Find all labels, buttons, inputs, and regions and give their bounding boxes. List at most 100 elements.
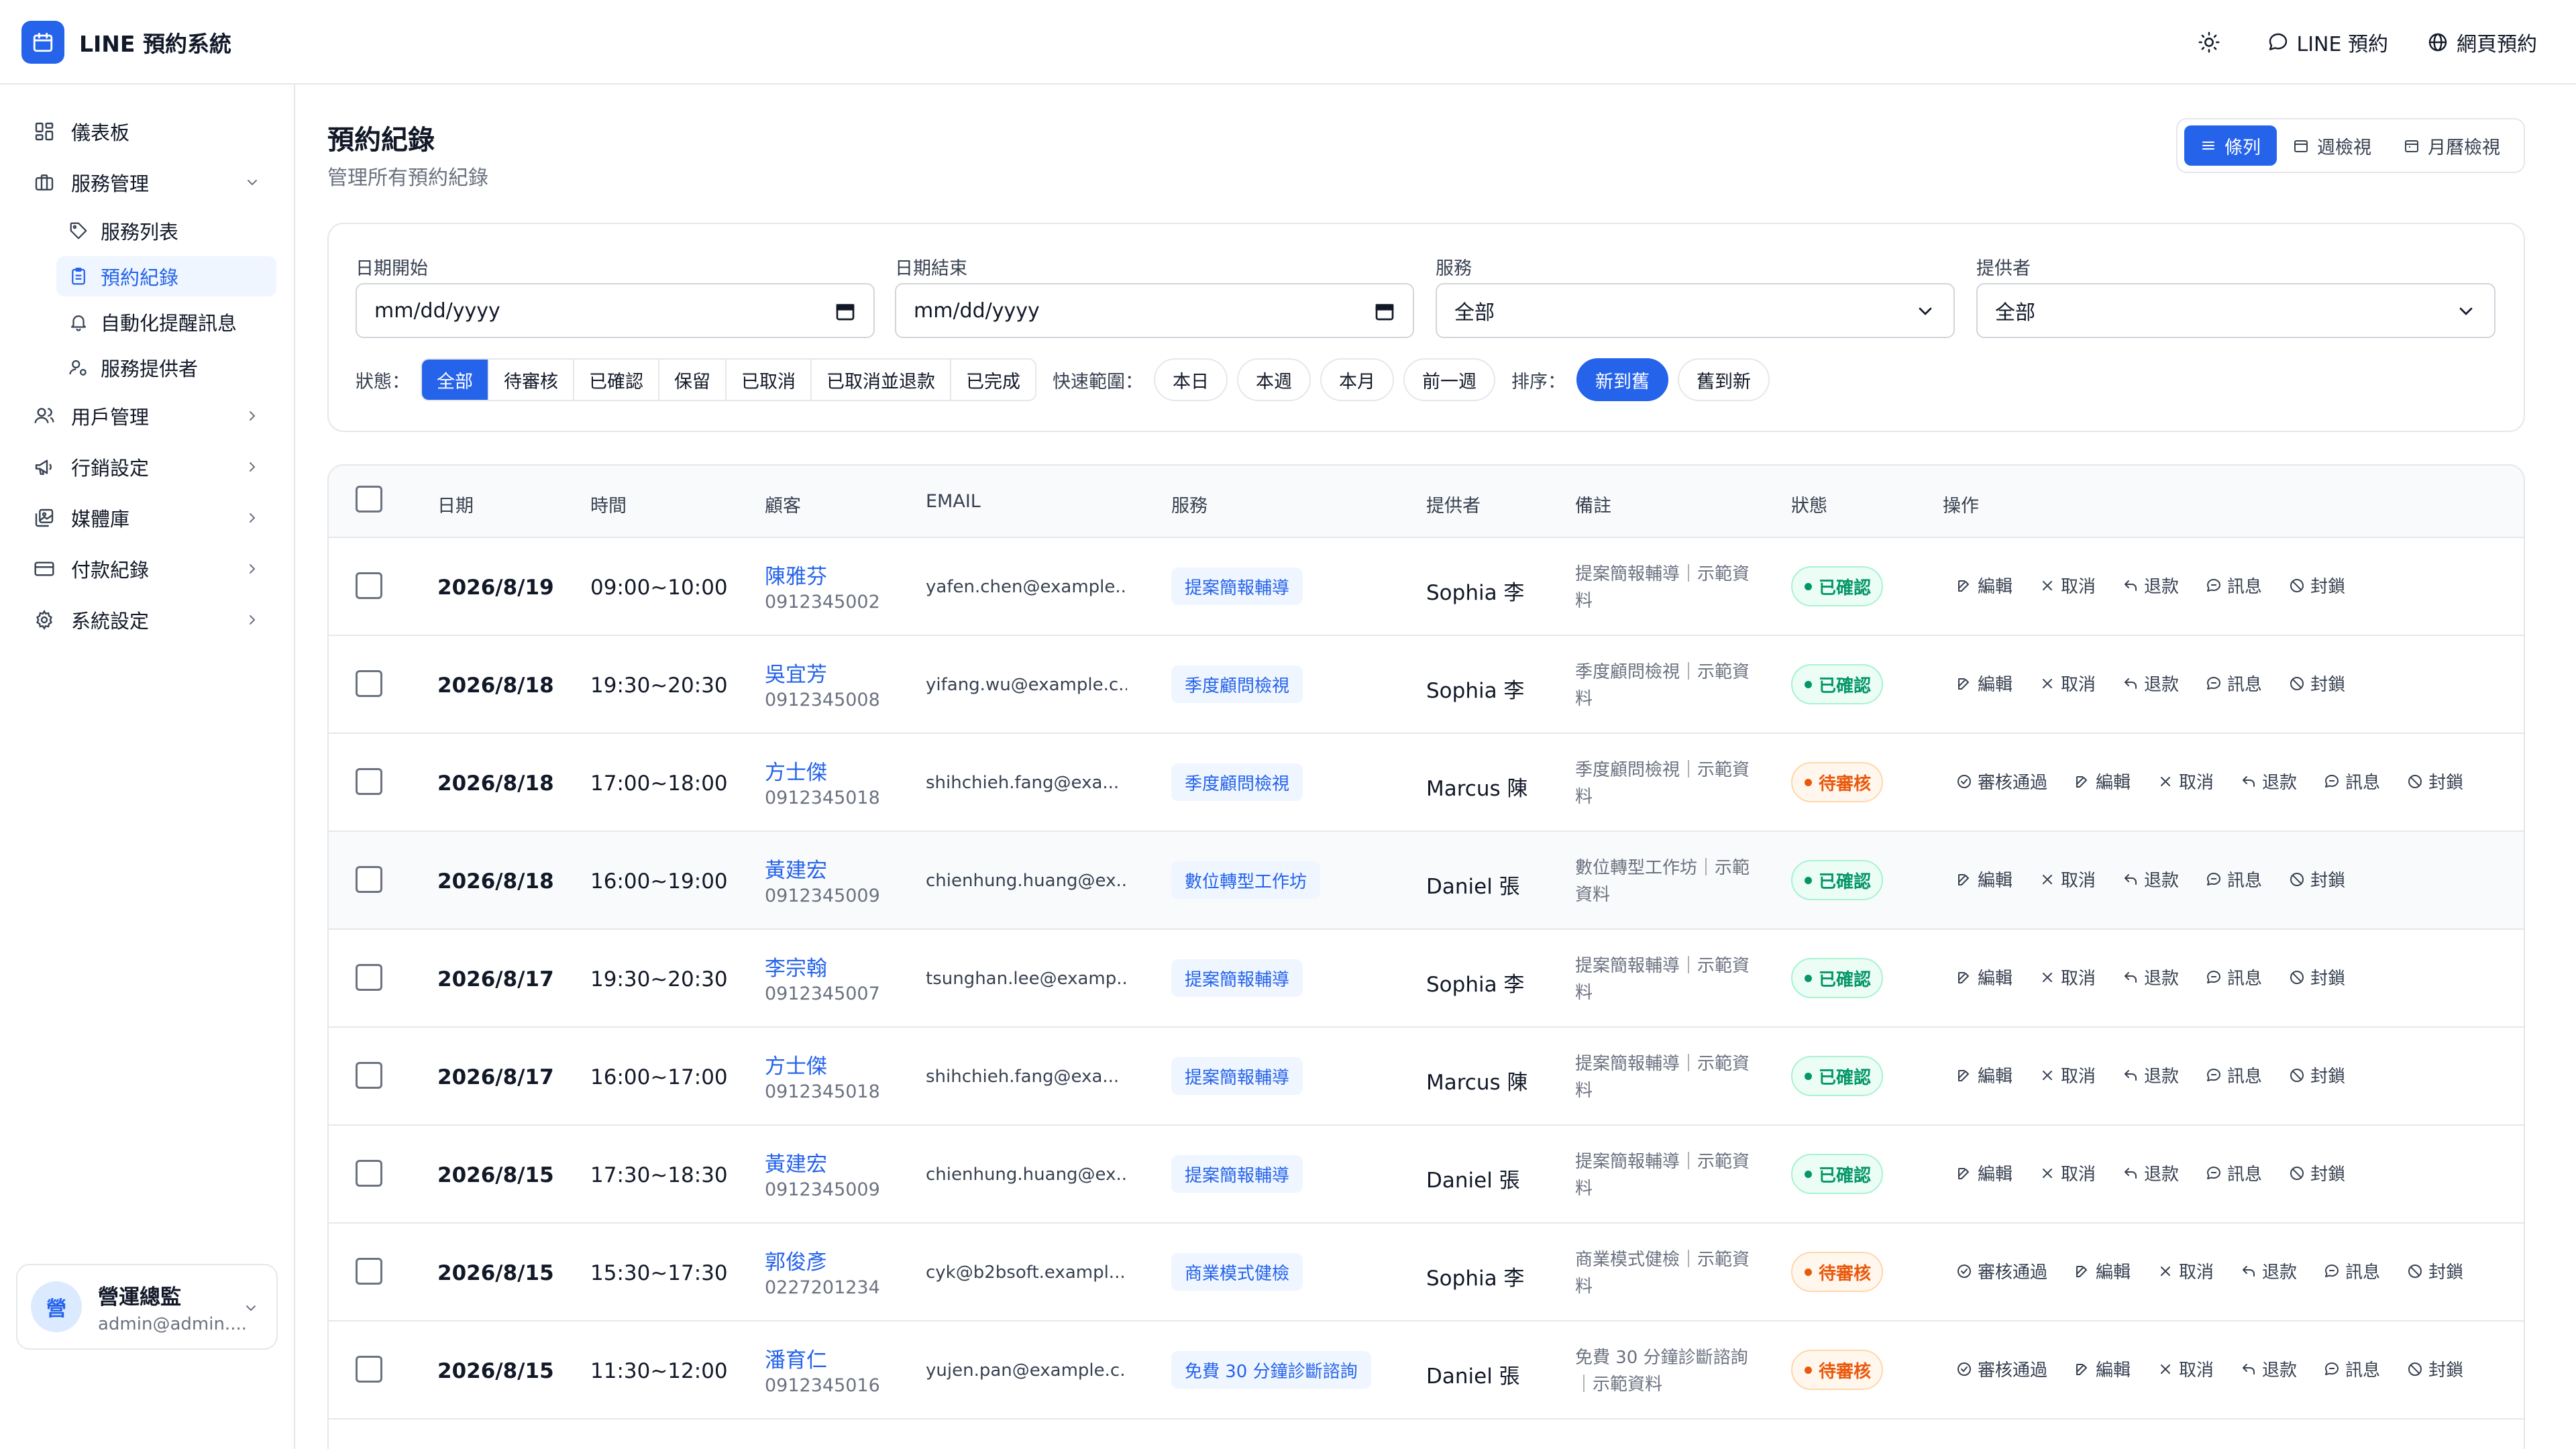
edit-action-button[interactable]: 編輯 xyxy=(1956,1161,2012,1185)
sidebar-item-booking-records[interactable]: 預約紀錄 xyxy=(56,256,276,297)
edit-action-button[interactable]: 編輯 xyxy=(1956,867,2012,892)
cancel-action-button[interactable]: 取消 xyxy=(2157,1356,2214,1381)
block-action-button[interactable]: 封鎖 xyxy=(2289,1161,2345,1185)
cancel-action-button[interactable]: 取消 xyxy=(2157,769,2214,794)
row-checkbox[interactable] xyxy=(356,768,382,795)
block-action-button[interactable]: 封鎖 xyxy=(2407,1258,2463,1283)
status-filter-all[interactable]: 全部 xyxy=(422,360,488,400)
customer-name-link[interactable]: 方士傑 xyxy=(765,1049,827,1079)
date-end-input[interactable]: mm/dd/yyyy xyxy=(895,283,1414,338)
block-action-button[interactable]: 封鎖 xyxy=(2407,769,2463,794)
sidebar-item-marketing[interactable]: 行銷設定 xyxy=(21,447,276,487)
table-row[interactable]: 2026/8/18 17:00~18:00 方士傑 0912345018 shihchi… xyxy=(329,734,2524,832)
row-checkbox[interactable] xyxy=(356,1356,382,1383)
edit-action-button[interactable]: 編輯 xyxy=(1956,671,2012,696)
refund-action-button[interactable]: 退款 xyxy=(2241,1356,2297,1381)
cancel-action-button[interactable]: 取消 xyxy=(2039,867,2096,892)
cancel-action-button[interactable]: 取消 xyxy=(2039,965,2096,989)
sidebar-item-providers[interactable]: 服務提供者 xyxy=(56,347,276,388)
edit-action-button[interactable]: 編輯 xyxy=(1956,965,2012,989)
row-checkbox[interactable] xyxy=(356,572,382,599)
range-last-week-button[interactable]: 前一週 xyxy=(1403,358,1495,401)
week-view-button[interactable]: 週檢視 xyxy=(2277,125,2387,166)
table-row[interactable]: 2026/8/19 09:00~10:00 陳雅芬 0912345002 yafen.c… xyxy=(329,538,2524,636)
row-checkbox[interactable] xyxy=(356,1258,382,1285)
cancel-action-button[interactable]: 取消 xyxy=(2039,1161,2096,1185)
approve-action-button[interactable]: 審核通過 xyxy=(1956,769,2047,794)
cancel-action-button[interactable]: 取消 xyxy=(2039,573,2096,598)
message-action-button[interactable]: 訊息 xyxy=(2206,671,2262,696)
refund-action-button[interactable]: 退款 xyxy=(2123,1161,2179,1185)
table-row[interactable]: 2026/8/15 11:30~12:00 潘育仁 0912345016 yujen.p… xyxy=(329,1322,2524,1419)
sort-newest-button[interactable]: 新到舊 xyxy=(1576,358,1668,401)
sidebar-item-user-management[interactable]: 用戶管理 xyxy=(21,396,276,436)
calendar-picker-icon[interactable] xyxy=(835,301,856,322)
refund-action-button[interactable]: 退款 xyxy=(2123,965,2179,989)
refund-action-button[interactable]: 退款 xyxy=(2123,1063,2179,1087)
select-all-checkbox[interactable] xyxy=(356,486,382,513)
message-action-button[interactable]: 訊息 xyxy=(2324,769,2380,794)
customer-name-link[interactable]: 郭俊彥 xyxy=(765,1245,827,1275)
user-menu[interactable]: 營 營運總監 admin@admin.... xyxy=(16,1264,278,1350)
status-filter-hold[interactable]: 保留 xyxy=(658,360,725,400)
sidebar-item-payments[interactable]: 付款紀錄 xyxy=(21,549,276,589)
web-booking-link[interactable]: 網頁預約 xyxy=(2427,23,2537,62)
message-action-button[interactable]: 訊息 xyxy=(2206,965,2262,989)
refund-action-button[interactable]: 退款 xyxy=(2241,1258,2297,1283)
provider-select[interactable]: 全部 xyxy=(1976,283,2496,338)
edit-action-button[interactable]: 編輯 xyxy=(2074,769,2131,794)
table-row[interactable]: 2026/8/18 19:30~20:30 吳宜芳 0912345008 yifang.… xyxy=(329,636,2524,734)
table-row[interactable]: 2026/8/18 16:00~19:00 黃建宏 0912345009 chienhu… xyxy=(329,832,2524,930)
message-action-button[interactable]: 訊息 xyxy=(2206,1063,2262,1087)
edit-action-button[interactable]: 編輯 xyxy=(1956,1063,2012,1087)
customer-name-link[interactable]: 吳宜芳 xyxy=(765,657,827,688)
block-action-button[interactable]: 封鎖 xyxy=(2289,965,2345,989)
row-checkbox[interactable] xyxy=(356,1160,382,1187)
customer-name-link[interactable]: 李宗翰 xyxy=(765,951,827,981)
row-checkbox[interactable] xyxy=(356,866,382,893)
calendar-picker-icon[interactable] xyxy=(1374,301,1395,322)
row-checkbox[interactable] xyxy=(356,670,382,697)
column-header-service[interactable]: 服務 xyxy=(1171,491,1208,517)
message-action-button[interactable]: 訊息 xyxy=(2206,867,2262,892)
cancel-action-button[interactable]: 取消 xyxy=(2039,1063,2096,1087)
cancel-action-button[interactable]: 取消 xyxy=(2157,1258,2214,1283)
month-view-button[interactable]: 月曆檢視 xyxy=(2387,125,2516,166)
table-row[interactable]: 2026/8/17 16:00~17:00 方士傑 0912345018 shihchi… xyxy=(329,1028,2524,1126)
column-header-note[interactable]: 備註 xyxy=(1575,491,1611,517)
refund-action-button[interactable]: 退款 xyxy=(2123,573,2179,598)
customer-name-link[interactable]: 黃建宏 xyxy=(765,1147,827,1177)
block-action-button[interactable]: 封鎖 xyxy=(2407,1356,2463,1381)
status-filter-completed[interactable]: 已完成 xyxy=(950,360,1035,400)
edit-action-button[interactable]: 編輯 xyxy=(1956,573,2012,598)
status-filter-cancelled-refunded[interactable]: 已取消並退款 xyxy=(810,360,950,400)
block-action-button[interactable]: 封鎖 xyxy=(2289,1063,2345,1087)
column-header-customer[interactable]: 顧客 xyxy=(765,491,801,517)
sidebar-item-settings[interactable]: 系統設定 xyxy=(21,600,276,640)
block-action-button[interactable]: 封鎖 xyxy=(2289,867,2345,892)
customer-name-link[interactable]: 陳雅芬 xyxy=(765,559,827,590)
column-header-provider[interactable]: 提供者 xyxy=(1426,491,1481,517)
customer-name-link[interactable]: 方士傑 xyxy=(765,755,827,786)
column-header-email[interactable]: EMAIL xyxy=(926,491,981,512)
sort-oldest-button[interactable]: 舊到新 xyxy=(1678,358,1770,401)
range-this-week-button[interactable]: 本週 xyxy=(1237,358,1311,401)
block-action-button[interactable]: 封鎖 xyxy=(2289,671,2345,696)
range-this-month-button[interactable]: 本月 xyxy=(1320,358,1394,401)
date-start-input[interactable]: mm/dd/yyyy xyxy=(356,283,875,338)
status-filter-confirmed[interactable]: 已確認 xyxy=(573,360,658,400)
message-action-button[interactable]: 訊息 xyxy=(2324,1356,2380,1381)
list-view-button[interactable]: 條列 xyxy=(2184,125,2277,166)
table-row[interactable]: 2026/8/17 19:30~20:30 李宗翰 0912345007 tsungha… xyxy=(329,930,2524,1028)
table-row[interactable]: 2026/8/15 17:30~18:30 黃建宏 0912345009 chienhu… xyxy=(329,1126,2524,1224)
cancel-action-button[interactable]: 取消 xyxy=(2039,671,2096,696)
edit-action-button[interactable]: 編輯 xyxy=(2074,1258,2131,1283)
theme-toggle-button[interactable] xyxy=(2198,23,2229,62)
row-checkbox[interactable] xyxy=(356,1062,382,1089)
sidebar-item-auto-reminder[interactable]: 自動化提醒訊息 xyxy=(56,302,276,342)
message-action-button[interactable]: 訊息 xyxy=(2324,1258,2380,1283)
refund-action-button[interactable]: 退款 xyxy=(2241,769,2297,794)
status-filter-pending[interactable]: 待審核 xyxy=(488,360,573,400)
range-today-button[interactable]: 本日 xyxy=(1154,358,1228,401)
line-booking-link[interactable]: LINE 預約 xyxy=(2267,23,2388,62)
